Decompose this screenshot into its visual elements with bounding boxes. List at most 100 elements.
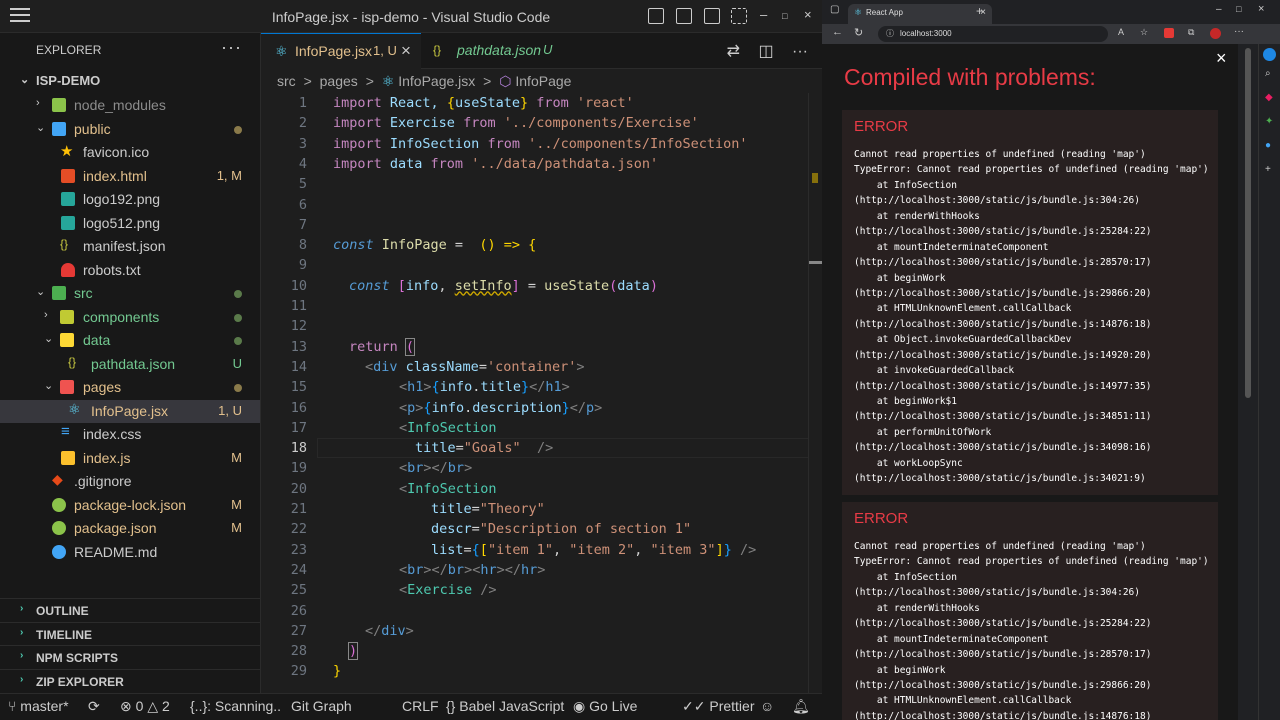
section-outline[interactable]: › OUTLINE xyxy=(0,598,260,622)
code-line-14: <div className='container'> xyxy=(365,357,585,377)
close-tab-icon[interactable]: × xyxy=(401,41,411,61)
tree-item-index-css[interactable]: ≡ index.css xyxy=(0,423,260,447)
error-line: (http://localhost:3000/static/js/bundle.… xyxy=(854,195,1140,207)
customize-layout-icon[interactable] xyxy=(731,8,747,24)
back-icon[interactable]: ← xyxy=(832,26,843,38)
reload-icon[interactable]: ↻ xyxy=(854,26,863,39)
notifications-icon[interactable]: 🔔︎ xyxy=(792,698,810,715)
minimize-icon[interactable]: – xyxy=(760,7,767,22)
new-tab-icon[interactable]: + xyxy=(976,4,983,18)
address-bar[interactable]: ⓘ localhost:3000 xyxy=(878,26,1108,42)
more-actions-icon[interactable]: ··· xyxy=(221,37,242,58)
tree-item-gitignore[interactable]: ◆ .gitignore xyxy=(0,470,260,494)
favorite-icon[interactable]: ☆ xyxy=(1140,27,1148,38)
profile-avatar[interactable] xyxy=(1210,28,1221,39)
editor-scrollbar[interactable] xyxy=(808,93,822,693)
maximize-icon[interactable]: □ xyxy=(1236,4,1241,14)
accounts-icon[interactable]: ☺ xyxy=(760,698,774,714)
code-line-13: return ( xyxy=(349,337,416,357)
tree-item-index-html[interactable]: index.html 1, M xyxy=(0,165,260,189)
maximize-icon[interactable]: □ xyxy=(782,11,787,21)
tree-item-readme[interactable]: README.md xyxy=(0,541,260,565)
tree-item-manifest[interactable]: {} manifest.json xyxy=(0,235,260,259)
tree-item-node-modules[interactable]: › node_modules xyxy=(0,94,260,118)
code-token: > xyxy=(405,622,414,639)
code-token: data xyxy=(381,155,423,172)
tree-item-public[interactable]: ⌄ public xyxy=(0,118,260,142)
branch-status[interactable]: ⑂ master* xyxy=(8,698,69,714)
tree-item-src[interactable]: ⌄ src xyxy=(0,282,260,306)
collections-icon[interactable]: ⧉ xyxy=(1188,27,1194,38)
tree-item-package[interactable]: package.json M xyxy=(0,517,260,541)
line-number: 16 xyxy=(290,399,307,416)
tab-actions-icon[interactable]: ▢ xyxy=(830,4,839,15)
problems-status[interactable]: ⊗ 0 △ 2 xyxy=(120,698,170,715)
prettier-status[interactable]: ✓✓ Prettier xyxy=(682,698,754,715)
language-status[interactable]: {} Babel JavaScript xyxy=(446,698,564,714)
section-npm-scripts[interactable]: › NPM SCRIPTS xyxy=(0,645,260,669)
tree-item-infopage[interactable]: ⚛ InfoPage.jsx 1, U xyxy=(0,399,260,423)
toggle-panel-icon[interactable] xyxy=(676,8,692,24)
error-line: at mountIndeterminateComponent xyxy=(854,633,1049,645)
tree-item-pages[interactable]: ⌄ pages xyxy=(0,376,260,400)
eol-status[interactable]: CRLF xyxy=(402,698,439,714)
tab-infopage[interactable]: ⚛ InfoPage.jsx 1, U × xyxy=(261,33,421,69)
code-token: info xyxy=(405,277,439,294)
breadcrumb-item[interactable]: src xyxy=(277,73,296,89)
golive-button[interactable]: ◉ Go Live xyxy=(573,698,637,715)
more-actions-icon[interactable]: ··· xyxy=(792,43,808,60)
scroll-thumb[interactable] xyxy=(1245,48,1251,398)
compare-changes-icon[interactable]: ⇄ xyxy=(727,43,740,60)
code-line-19: <br></br> xyxy=(399,458,472,478)
section-timeline[interactable]: › TIMELINE xyxy=(0,621,260,646)
tree-item-pathdata[interactable]: {} pathdata.json U xyxy=(0,353,260,377)
error-line: at beginWork$1 xyxy=(854,396,957,407)
breadcrumb-item[interactable]: InfoPage.jsx xyxy=(398,73,475,89)
add-icon[interactable]: + xyxy=(1265,164,1271,175)
tree-item-favicon[interactable]: ★ favicon.ico xyxy=(0,141,260,165)
code-token: </ xyxy=(365,622,382,639)
split-editor-icon[interactable]: ◫ xyxy=(758,43,773,60)
react-icon: ⚛ xyxy=(381,73,395,89)
tree-item-label: README.md xyxy=(74,543,158,560)
close-overlay-button[interactable]: × xyxy=(1216,48,1227,69)
breadcrumb-item[interactable]: InfoPage xyxy=(515,73,571,89)
games-icon[interactable]: ● xyxy=(1265,140,1271,151)
browser-tab[interactable]: ⚛ React App × xyxy=(848,4,992,24)
tree-item-components[interactable]: › components xyxy=(0,306,260,330)
code-token: < xyxy=(399,419,408,436)
copilot-icon[interactable] xyxy=(1263,48,1276,61)
error-lines: Cannot read properties of undefined (rea… xyxy=(854,539,1209,720)
code-token: > xyxy=(594,399,603,416)
read-aloud-icon[interactable]: A xyxy=(1118,27,1124,37)
close-window-icon[interactable]: × xyxy=(1258,3,1264,15)
code-editor[interactable]: 1 2 3 4 5 6 7 8 9 10 11 12 13 14 15 16 17 18 19 20 21 22 23 24 2… xyxy=(261,93,822,693)
git-status: 1, M xyxy=(216,167,242,183)
tree-item-index-js[interactable]: index.js M xyxy=(0,447,260,471)
close-window-icon[interactable]: × xyxy=(804,7,812,22)
tools-icon[interactable]: ✦ xyxy=(1265,116,1273,127)
minimize-icon[interactable]: – xyxy=(1216,4,1222,15)
tab-pathdata[interactable]: {} pathdata.json U xyxy=(421,33,571,69)
tree-item-data[interactable]: ⌄ data xyxy=(0,329,260,353)
tree-item-package-lock[interactable]: package-lock.json M xyxy=(0,494,260,518)
tree-item-logo512[interactable]: logo512.png xyxy=(0,212,260,236)
browser-scrollbar[interactable] xyxy=(1242,44,1254,720)
sync-icon[interactable]: ⟳ xyxy=(88,698,100,715)
shopping-icon[interactable]: ◆ xyxy=(1265,92,1273,103)
line-number: 29 xyxy=(290,663,307,680)
section-zip-explorer[interactable]: › ZIP EXPLORER xyxy=(0,668,260,693)
project-root[interactable]: ⌄ ISP-DEMO xyxy=(0,70,260,94)
toggle-secondary-sidebar-icon[interactable] xyxy=(704,8,720,24)
more-icon[interactable]: ··· xyxy=(1234,26,1244,37)
git-graph-button[interactable]: Git Graph xyxy=(291,698,352,714)
tree-item-robots[interactable]: robots.txt xyxy=(0,259,260,283)
breadcrumb-item[interactable]: pages xyxy=(320,73,358,89)
scanning-status[interactable]: {..}: Scanning.. xyxy=(190,698,281,714)
search-icon[interactable]: ⌕ xyxy=(1265,68,1271,79)
extension-icon[interactable] xyxy=(1164,28,1174,38)
code-token: = xyxy=(471,521,480,538)
toggle-sidebar-icon[interactable] xyxy=(648,8,664,24)
npm-icon xyxy=(52,521,66,535)
tree-item-logo192[interactable]: logo192.png xyxy=(0,188,260,212)
